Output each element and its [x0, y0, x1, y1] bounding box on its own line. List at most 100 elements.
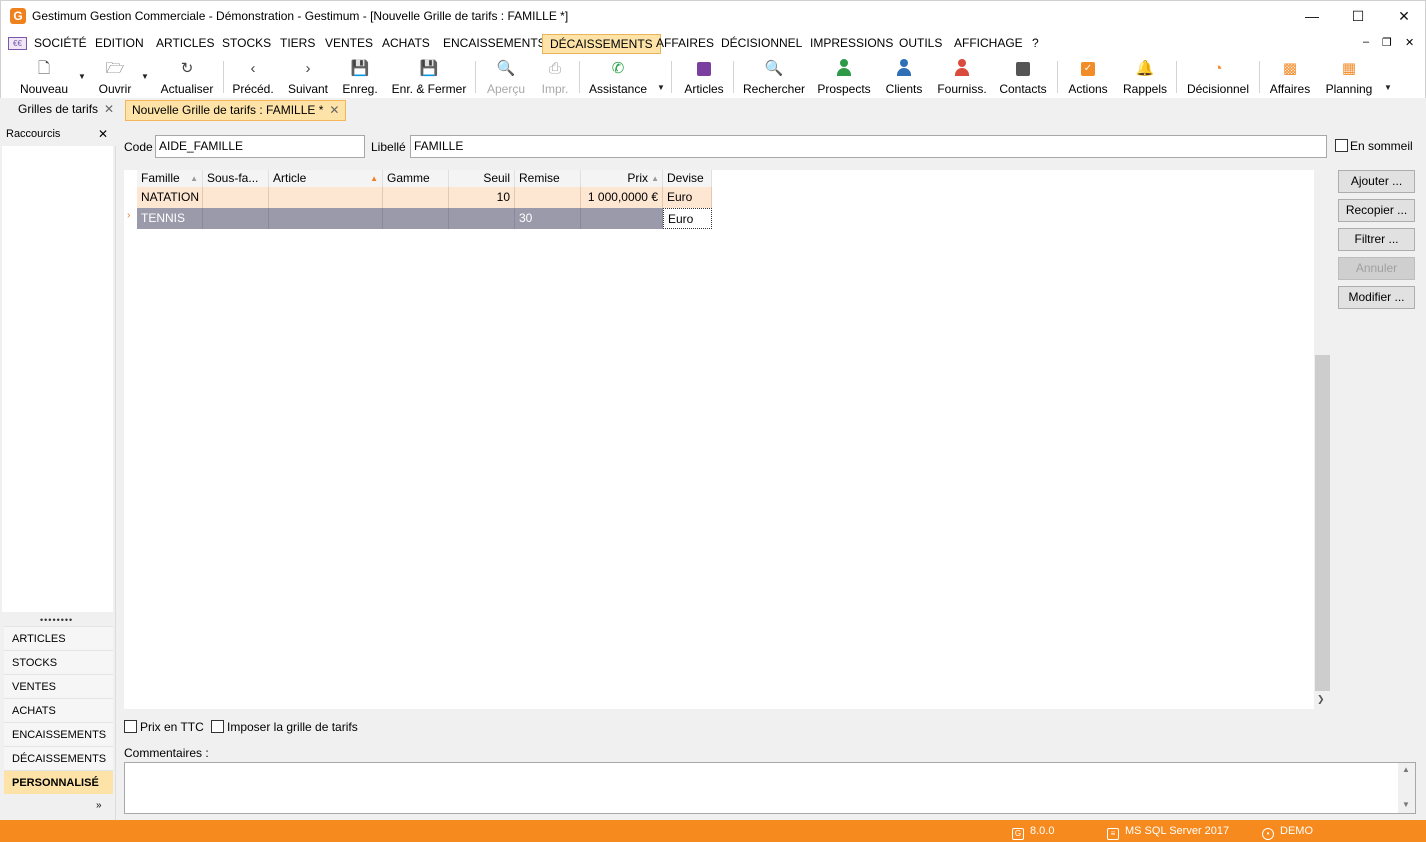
- imposer-grille-checkbox[interactable]: [211, 720, 224, 733]
- suivant-button[interactable]: › Suivant: [285, 59, 331, 97]
- grid-cell-seuil[interactable]: 10: [449, 187, 515, 208]
- libelle-field[interactable]: FAMILLE: [410, 135, 1327, 158]
- toolbar-overflow-icon[interactable]: ▼: [1384, 83, 1392, 92]
- grid-cell-gamme[interactable]: [383, 208, 449, 229]
- menu-articles[interactable]: ARTICLES: [149, 34, 221, 54]
- column-header-remise[interactable]: Remise: [515, 170, 581, 187]
- menu-tiers[interactable]: TIERS: [273, 34, 322, 54]
- grid-cell-famille[interactable]: TENNIS: [137, 208, 203, 229]
- toolbar-overflow-icon[interactable]: ▼: [657, 83, 665, 92]
- nav-ventes[interactable]: VENTES: [4, 674, 113, 698]
- grid-cell-prix[interactable]: 1 000,0000 €: [581, 187, 663, 208]
- column-header-seuil[interactable]: Seuil: [449, 170, 515, 187]
- tab-close-icon[interactable]: ✕: [329, 103, 339, 117]
- nouveau-button[interactable]: 🗋 Nouveau: [15, 59, 73, 97]
- grid-cell-devise[interactable]: Euro: [663, 187, 712, 208]
- grid-cell-famille[interactable]: NATATION: [137, 187, 203, 208]
- preced-button[interactable]: ‹ Précéd.: [230, 59, 276, 97]
- column-header-sous-famille[interactable]: Sous-fa...: [203, 170, 269, 187]
- company-menu-icon[interactable]: €€: [8, 37, 27, 50]
- menu-help[interactable]: ?: [1025, 34, 1046, 54]
- nav-articles[interactable]: ARTICLES: [4, 626, 113, 650]
- comments-scrollbar[interactable]: ▲ ▼: [1398, 763, 1415, 813]
- articles-button[interactable]: Articles: [681, 59, 727, 97]
- commentaires-textarea[interactable]: [124, 762, 1416, 814]
- ouvrir-button[interactable]: 🗁 Ouvrir: [93, 59, 137, 97]
- column-header-prix[interactable]: Prix ▲: [581, 170, 663, 187]
- apercu-button[interactable]: 🔍 Aperçu: [483, 59, 529, 97]
- grid-cell-article[interactable]: [269, 208, 383, 229]
- grid-cell-remise[interactable]: 30: [515, 208, 581, 229]
- scroll-up-arrow-icon[interactable]: ▲: [1402, 765, 1410, 774]
- nav-personnalise[interactable]: PERSONNALISÉ: [4, 770, 113, 794]
- affaires-button[interactable]: ▩ Affaires: [1267, 59, 1313, 97]
- modifier-button[interactable]: Modifier ...: [1338, 286, 1415, 309]
- chevron-double-down-icon[interactable]: »: [96, 800, 102, 811]
- mdi-restore-icon[interactable]: ❐: [1382, 36, 1392, 49]
- menu-stocks[interactable]: STOCKS: [215, 34, 278, 54]
- mdi-close-icon[interactable]: ✕: [1405, 36, 1414, 49]
- contacts-button[interactable]: Contacts: [997, 59, 1049, 97]
- menu-ventes[interactable]: VENTES: [318, 34, 380, 54]
- menu-edition[interactable]: EDITION: [88, 34, 151, 54]
- clients-button[interactable]: Clients: [883, 59, 925, 97]
- grid-cell-gamme[interactable]: [383, 187, 449, 208]
- minimize-icon[interactable]: —: [1289, 1, 1335, 32]
- mdi-minimize-icon[interactable]: –: [1363, 36, 1369, 48]
- scrollbar-thumb[interactable]: [1315, 355, 1330, 691]
- ouvrir-dropdown-icon[interactable]: ▼: [141, 72, 149, 81]
- fourniss-button[interactable]: Fourniss.: [935, 59, 989, 97]
- menu-decisionnel[interactable]: DÉCISIONNEL: [714, 34, 809, 54]
- nav-decaissements[interactable]: DÉCAISSEMENTS: [4, 746, 113, 770]
- prospects-button[interactable]: Prospects: [815, 59, 873, 97]
- menu-encaissements[interactable]: ENCAISSEMENTS: [436, 34, 553, 54]
- grid-cell-prix[interactable]: [581, 208, 663, 229]
- tab-close-icon[interactable]: ✕: [104, 102, 114, 116]
- annuler-button[interactable]: Annuler: [1338, 257, 1415, 280]
- pane-splitter-handle[interactable]: ••••••••: [40, 615, 73, 625]
- menu-decaissements[interactable]: DÉCAISSEMENTS: [542, 34, 661, 54]
- nav-achats[interactable]: ACHATS: [4, 698, 113, 722]
- ajouter-button[interactable]: Ajouter ...: [1338, 170, 1415, 193]
- grid-cell-seuil[interactable]: [449, 208, 515, 229]
- tab-nouvelle-grille[interactable]: Nouvelle Grille de tarifs : FAMILLE * ✕: [125, 100, 347, 121]
- maximize-icon[interactable]: ☐: [1335, 1, 1381, 32]
- planning-button[interactable]: ▦ Planning: [1323, 59, 1375, 97]
- scroll-down-arrow-icon[interactable]: ▼: [1402, 800, 1410, 809]
- nav-encaissements[interactable]: ENCAISSEMENTS: [4, 722, 113, 746]
- grid-cell-sous-famille[interactable]: [203, 208, 269, 229]
- column-header-famille[interactable]: Famille ▲: [137, 170, 203, 187]
- column-header-devise[interactable]: Devise: [663, 170, 712, 187]
- en-sommeil-checkbox[interactable]: [1335, 139, 1348, 152]
- enr-fermer-button[interactable]: 💾 Enr. & Fermer: [389, 59, 469, 97]
- grid-cell-remise[interactable]: [515, 187, 581, 208]
- filtrer-button[interactable]: Filtrer ...: [1338, 228, 1415, 251]
- actions-button[interactable]: ✓ Actions: [1065, 59, 1111, 97]
- scroll-down-arrow-icon[interactable]: ❯: [1317, 694, 1325, 705]
- grid-cell-article[interactable]: [269, 187, 383, 208]
- close-icon[interactable]: ✕: [98, 127, 108, 141]
- nouveau-dropdown-icon[interactable]: ▼: [78, 72, 86, 81]
- code-field[interactable]: AIDE_FAMILLE: [155, 135, 365, 158]
- decisionnel-button[interactable]: ◔ Décisionnel: [1184, 59, 1252, 97]
- tab-grilles-de-tarifs[interactable]: Grilles de tarifs ✕: [12, 100, 120, 121]
- rechercher-button[interactable]: 🔍 Rechercher: [741, 59, 807, 97]
- grid-vertical-scrollbar[interactable]: ❯: [1314, 170, 1331, 709]
- close-icon[interactable]: ✕: [1381, 1, 1426, 32]
- prix-ttc-checkbox[interactable]: [124, 720, 137, 733]
- menu-affichage[interactable]: AFFICHAGE: [947, 34, 1030, 54]
- menu-outils[interactable]: OUTILS: [892, 34, 949, 54]
- menu-achats[interactable]: ACHATS: [375, 34, 437, 54]
- actualiser-button[interactable]: ↻ Actualiser: [158, 59, 216, 97]
- column-header-article[interactable]: Article ▲: [269, 170, 383, 187]
- grid-cell-devise-editing[interactable]: Euro: [663, 208, 712, 229]
- enreg-button[interactable]: 💾 Enreg.: [339, 59, 381, 97]
- recopier-button[interactable]: Recopier ...: [1338, 199, 1415, 222]
- rappels-button[interactable]: 🔔 Rappels: [1121, 59, 1169, 97]
- nav-stocks[interactable]: STOCKS: [4, 650, 113, 674]
- menu-impressions[interactable]: IMPRESSIONS: [803, 34, 900, 54]
- impr-button[interactable]: ⎙ Impr.: [537, 59, 573, 97]
- menu-affaires[interactable]: AFFAIRES: [649, 34, 721, 54]
- menu-societe[interactable]: SOCIÉTÉ: [27, 34, 94, 54]
- assistance-button[interactable]: ✆ Assistance: [587, 59, 649, 97]
